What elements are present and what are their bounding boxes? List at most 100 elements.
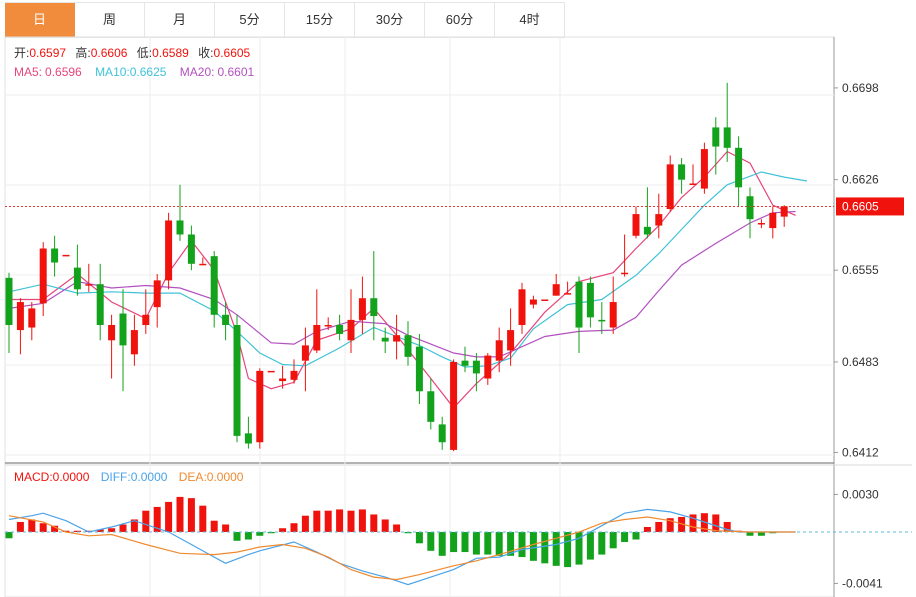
candle (85, 263, 93, 292)
grid-lines (5, 37, 834, 597)
macd-bar (472, 532, 480, 555)
candle (689, 164, 697, 185)
macd-bar (347, 510, 355, 532)
macd-bar (233, 532, 241, 541)
candle (484, 353, 492, 385)
price-tick-label: 0.6412 (842, 445, 879, 459)
candle (358, 276, 366, 334)
macd-bar (643, 526, 651, 532)
price-tick-label: 0.6483 (842, 355, 879, 369)
moving-average-lines (8, 150, 808, 409)
price-tick-label: 0.6626 (842, 173, 879, 187)
candle (700, 142, 708, 194)
macd-bar (381, 519, 389, 532)
macd-bar (495, 532, 503, 556)
macd-bar (119, 524, 127, 532)
macd-bar (586, 532, 594, 560)
candle (119, 289, 127, 392)
macd-bar (222, 524, 230, 532)
candle (233, 314, 241, 443)
macd-info: MACD:0.0000 DIFF:0.0000 DEA:0.0000 (14, 470, 244, 484)
candle (267, 370, 275, 373)
macd-bar (324, 510, 332, 532)
macd-bar (427, 532, 435, 551)
macd-bar (415, 532, 423, 544)
candle (598, 302, 606, 334)
candle (643, 187, 651, 239)
ma-info: MA5: 0.6596 MA10:0.6625 MA20: 0.6601 (14, 65, 255, 79)
candle (575, 276, 583, 354)
macd-bar (28, 519, 36, 532)
candle (586, 276, 594, 328)
macd-bar (301, 515, 309, 532)
macd-bar (39, 523, 47, 532)
candle (39, 242, 47, 317)
candle (404, 321, 412, 366)
macd-bar (461, 532, 469, 553)
candle (746, 187, 754, 239)
macd-bar (244, 532, 252, 540)
candle (336, 314, 344, 341)
chart-frame (4, 36, 835, 597)
macd-bar (438, 532, 446, 556)
candle (632, 206, 640, 239)
price-tick-label: 0.6555 (842, 263, 879, 277)
candle (655, 193, 663, 239)
candle (51, 235, 59, 277)
macd-tick-label: 0.0030 (842, 487, 879, 501)
candle (450, 359, 458, 452)
candle (438, 416, 446, 450)
macd-bar (187, 498, 195, 532)
macd-bar (108, 528, 116, 532)
candle (130, 314, 138, 366)
macd-bar (598, 532, 606, 555)
candle (153, 274, 161, 328)
candle (507, 308, 515, 366)
macd-axis: 0.0030 -0.0041 (834, 487, 883, 590)
candle (73, 244, 81, 296)
macd-tick-label: -0.0041 (842, 576, 883, 590)
candle (735, 136, 743, 207)
candle (347, 289, 355, 354)
candle (187, 225, 195, 271)
candle (678, 158, 686, 194)
candle (552, 274, 560, 296)
candle (290, 359, 298, 384)
last-price-label: 0.6605 (842, 199, 879, 213)
kline-chart: 0.6698 0.6626 0.6555 0.6483 0.6412 0.6605 0.… (4, 36, 912, 597)
candle (427, 378, 435, 430)
macd-bar (358, 509, 366, 532)
candlesticks (5, 82, 788, 452)
candle (176, 184, 184, 241)
candle (518, 282, 526, 334)
price-tick-label: 0.6698 (842, 81, 879, 95)
candle (5, 272, 13, 354)
macd-bar (279, 528, 287, 532)
macd-bar (621, 532, 629, 543)
last-price-badge: 0.6605 (836, 197, 904, 216)
candle (256, 368, 264, 449)
macd-bar (370, 514, 378, 532)
macd-bar (484, 532, 492, 555)
macd-lines (8, 508, 796, 586)
macd-bar (176, 496, 184, 532)
candle (393, 314, 401, 360)
candle (16, 298, 24, 355)
candle (461, 346, 469, 373)
macd-bar (16, 521, 24, 532)
price-axis: 0.6698 0.6626 0.6555 0.6483 0.6412 (834, 81, 879, 459)
macd-bar (313, 510, 321, 532)
candle (541, 299, 549, 301)
candle (165, 212, 173, 290)
candle (313, 289, 321, 354)
candle (757, 219, 765, 229)
candle (666, 155, 674, 212)
macd-bar (290, 523, 298, 532)
macd-bar (256, 532, 264, 536)
macd-bar (529, 532, 537, 561)
candle (142, 289, 150, 334)
candle (244, 416, 252, 449)
macd-bar (712, 514, 720, 532)
candle (108, 314, 116, 379)
candle (564, 281, 572, 295)
